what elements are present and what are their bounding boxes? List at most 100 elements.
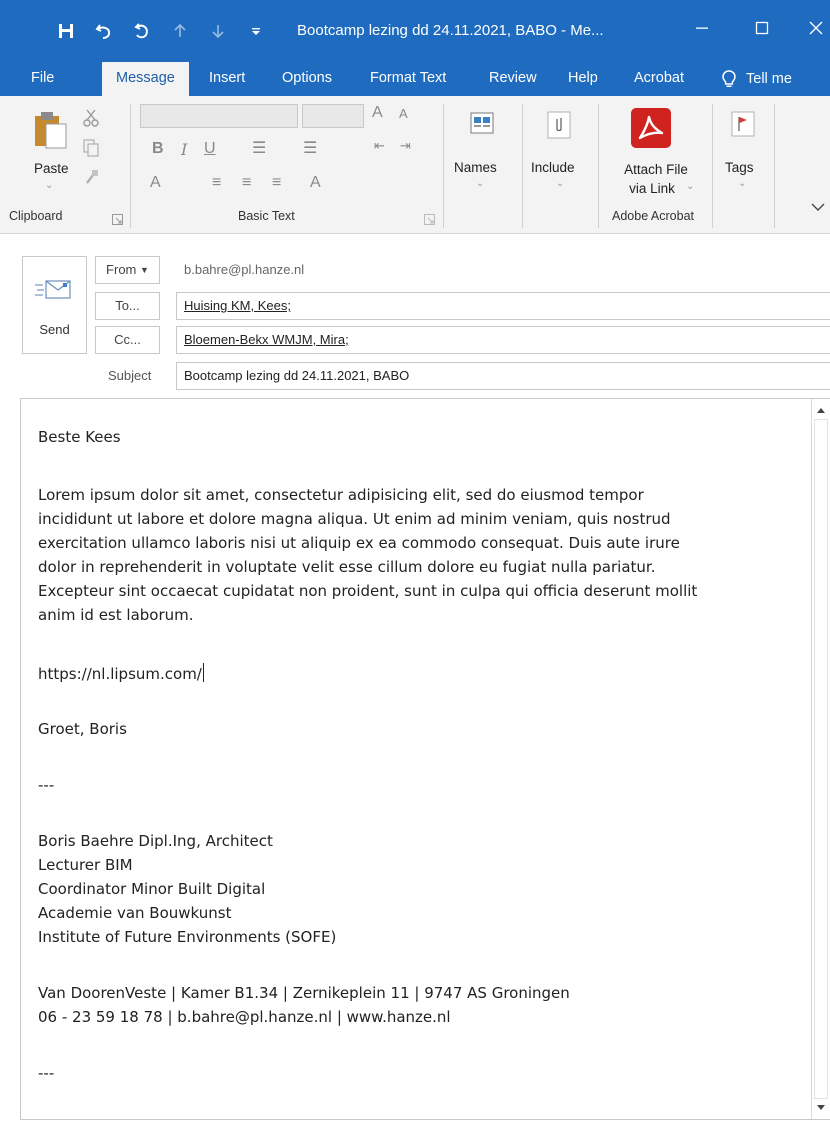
link-line: https://nl.lipsum.com/ [38, 663, 204, 686]
window-title: Bootcamp lezing dd 24.11.2021, BABO - Me… [297, 22, 604, 39]
ribbon-expand-chevron-icon[interactable] [810, 200, 826, 218]
tags-label: Tags [725, 160, 754, 175]
cc-field[interactable]: Bloemen-Bekx WMJM, Mira; [176, 326, 830, 354]
numbering-icon[interactable]: ☰ [303, 138, 317, 158]
paperclip-icon [547, 111, 571, 139]
to-field[interactable]: Huising KM, Kees; [176, 292, 830, 320]
increase-indent-icon[interactable]: ⇥ [400, 138, 411, 154]
signature-line: Lecturer BIM [38, 856, 133, 874]
dropdown-arrow-icon: ▼ [140, 265, 149, 275]
maximize-icon[interactable] [742, 12, 782, 44]
save-icon[interactable] [52, 17, 80, 45]
dialog-launcher-icon[interactable] [112, 212, 123, 230]
send-envelope-icon [35, 280, 71, 299]
chevron-down-icon: ⌄ [686, 181, 695, 192]
tab-review[interactable]: Review [489, 62, 537, 96]
vertical-scrollbar[interactable] [811, 399, 830, 1119]
cc-recipient[interactable]: Bloemen-Bekx WMJM, Mira; [184, 332, 349, 347]
scroll-down-icon[interactable] [812, 1099, 830, 1117]
tell-me-search[interactable]: Tell me [722, 62, 792, 96]
paragraph-line: Lorem ipsum dolor sit amet, consectetur … [38, 486, 644, 504]
signature-line: Coordinator Minor Built Digital [38, 880, 266, 898]
send-button[interactable]: Send [22, 256, 87, 354]
clear-formatting-icon[interactable]: A [310, 174, 321, 192]
font-color-icon[interactable]: A [150, 174, 161, 192]
paste-label: Paste [34, 161, 69, 176]
basic-text-group-label: Basic Text [238, 209, 295, 223]
chevron-down-icon: ⌄ [556, 178, 565, 189]
paragraph-line: anim id est laborum. [38, 606, 194, 624]
paste-button[interactable]: Paste ⌄ [30, 110, 72, 200]
scroll-up-icon[interactable] [812, 401, 830, 419]
tab-message[interactable]: Message [102, 62, 189, 96]
chevron-down-icon: ⌄ [45, 180, 54, 191]
address-line: Van DoorenVeste | Kamer B1.34 | Zernikep… [38, 984, 570, 1002]
group-separator [522, 104, 523, 228]
tab-format-text[interactable]: Format Text [370, 62, 446, 96]
tags-button[interactable]: Tags ⌄ [718, 108, 768, 204]
clipboard-group-label: Clipboard [9, 209, 63, 223]
names-label: Names [454, 160, 497, 175]
names-button[interactable]: Names ⌄ [452, 108, 514, 204]
grow-font-icon[interactable]: A [372, 104, 383, 122]
signature-line: Academie van Bouwkunst [38, 904, 232, 922]
copy-icon[interactable] [82, 138, 100, 163]
minimize-icon[interactable] [682, 12, 722, 44]
redo-icon[interactable] [128, 17, 156, 45]
to-button[interactable]: To... [95, 292, 160, 320]
bullets-icon[interactable]: ☰ [252, 138, 266, 158]
group-separator [443, 104, 444, 228]
italic-icon[interactable]: I [181, 140, 187, 159]
decrease-indent-icon[interactable]: ⇤ [374, 138, 385, 154]
format-painter-icon[interactable] [84, 168, 100, 191]
align-right-icon[interactable]: ≡ [272, 174, 281, 192]
lipsum-link[interactable]: https://nl.lipsum.com/ [38, 665, 202, 683]
down-arrow-icon[interactable] [204, 17, 232, 45]
address-book-icon [470, 112, 494, 134]
tab-insert[interactable]: Insert [209, 62, 245, 96]
subject-field[interactable]: Bootcamp lezing dd 24.11.2021, BABO [176, 362, 830, 390]
signature-line: Institute of Future Environments (SOFE) [38, 928, 337, 946]
tell-me-label: Tell me [746, 71, 792, 87]
from-button-label: From [106, 262, 137, 277]
paragraph-line: incididunt ut labore et dolore magna ali… [38, 510, 671, 528]
adobe-acrobat-group-label: Adobe Acrobat [612, 209, 695, 223]
tab-help[interactable]: Help [568, 62, 598, 96]
shrink-font-icon[interactable]: A [399, 106, 408, 121]
include-button[interactable]: Include ⌄ [528, 108, 592, 204]
font-size-combo[interactable] [302, 104, 364, 128]
title-bar: Bootcamp lezing dd 24.11.2021, BABO - Me… [0, 0, 830, 62]
bold-icon[interactable]: B [152, 140, 164, 158]
dialog-launcher-icon[interactable] [424, 212, 435, 230]
paragraph-line: dolor in reprehenderit in voluptate veli… [38, 558, 656, 576]
group-separator [712, 104, 713, 228]
customize-qat-icon[interactable] [242, 17, 270, 45]
signature-line: Boris Baehre Dipl.Ing, Architect [38, 832, 273, 850]
contact-line: 06 - 23 59 18 78 | b.bahre@pl.hanze.nl |… [38, 1008, 451, 1026]
group-separator [598, 104, 599, 228]
close-icon[interactable] [796, 12, 830, 44]
tab-file[interactable]: File [31, 62, 54, 96]
attach-file-label: Attach File [624, 162, 688, 177]
tab-acrobat[interactable]: Acrobat [634, 62, 684, 96]
quick-access-toolbar [52, 16, 280, 46]
subject-value: Bootcamp lezing dd 24.11.2021, BABO [184, 368, 410, 383]
align-center-icon[interactable]: ≡ [242, 174, 251, 192]
up-arrow-icon[interactable] [166, 17, 194, 45]
from-address: b.bahre@pl.hanze.nl [184, 262, 305, 277]
greeting: Beste Kees [38, 428, 121, 446]
font-family-combo[interactable] [140, 104, 298, 128]
divider: --- [38, 776, 55, 794]
align-left-icon[interactable]: ≡ [212, 174, 221, 192]
attach-file-via-link-button[interactable]: Attach File via Link ⌄ [604, 106, 708, 202]
from-button[interactable]: From ▼ [95, 256, 160, 284]
undo-icon[interactable] [90, 17, 118, 45]
underline-icon[interactable]: U [204, 140, 216, 158]
message-body[interactable]: Beste Kees Lorem ipsum dolor sit amet, c… [20, 398, 830, 1120]
tab-options[interactable]: Options [282, 62, 332, 96]
scrollbar-thumb[interactable] [814, 419, 828, 1099]
cut-icon[interactable] [82, 108, 100, 133]
to-recipient[interactable]: Huising KM, Kees; [184, 298, 291, 313]
cc-button[interactable]: Cc... [95, 326, 160, 354]
group-separator [774, 104, 775, 228]
